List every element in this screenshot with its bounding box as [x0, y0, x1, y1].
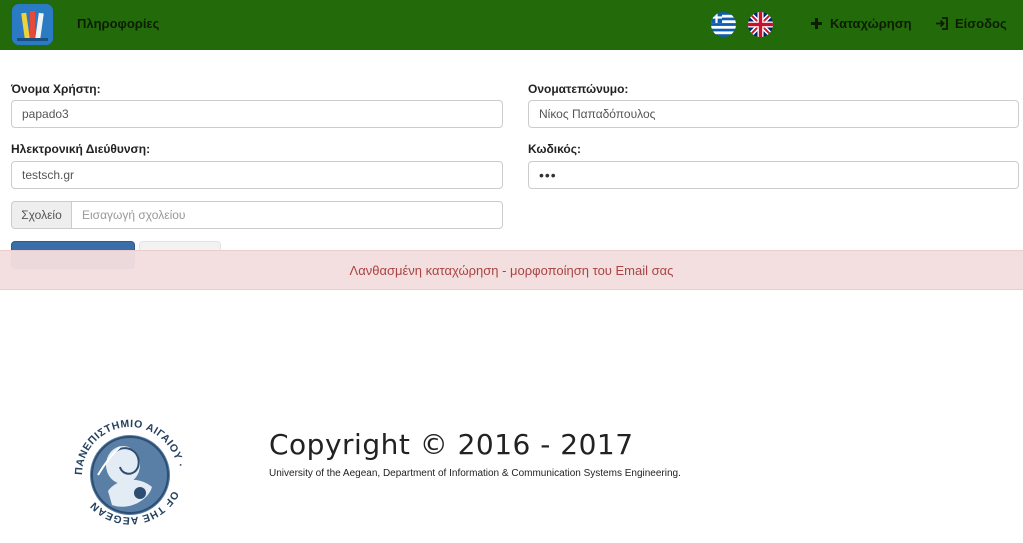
plus-icon	[810, 17, 823, 30]
fullname-input[interactable]: Νίκος Παπαδόπουλος	[528, 100, 1019, 128]
school-input-group: Σχολείο Εισαγωγή σχολείου	[11, 201, 503, 229]
username-label: Όνομα Χρήστη:	[11, 82, 101, 96]
navbar: Πληροφορίες Καταχώρηση Είσοδος	[0, 0, 1023, 50]
greek-flag-icon[interactable]	[711, 12, 736, 37]
login-label: Είσοδος	[955, 16, 1007, 31]
fullname-label: Ονοματεπώνυμο:	[528, 82, 629, 96]
brand-title[interactable]: Πληροφορίες	[77, 16, 159, 31]
register-link[interactable]: Καταχώρηση	[810, 16, 912, 31]
register-label: Καταχώρηση	[830, 16, 912, 31]
error-message: Λανθασμένη καταχώρηση - μορφοποίηση του …	[349, 262, 674, 278]
email-label: Ηλεκτρονική Διεύθυνση:	[11, 142, 151, 156]
university-seal-icon: ΠΑΝΕΠΙΣΤΗΜΙΟ ΑΙΓΑΙΟΥ · UNIVERSITY OF THE…	[64, 404, 192, 537]
school-input[interactable]: Εισαγωγή σχολείου	[71, 201, 503, 229]
footer-subtitle: University of the Aegean, Department of …	[269, 468, 681, 479]
password-label: Κωδικός:	[528, 142, 581, 156]
username-input[interactable]: papado3	[11, 100, 503, 128]
login-icon	[935, 17, 948, 30]
login-link[interactable]: Είσοδος	[935, 16, 1007, 31]
app-logo-icon[interactable]	[12, 4, 53, 45]
copyright-text: Copyright © 2016 - 2017	[269, 428, 634, 461]
school-addon: Σχολείο	[11, 201, 71, 229]
uk-flag-icon[interactable]	[748, 12, 773, 37]
password-input[interactable]: •••	[528, 161, 1019, 189]
error-alert: Λανθασμένη καταχώρηση - μορφοποίηση του …	[0, 250, 1023, 290]
email-input[interactable]: testsch.gr	[11, 161, 503, 189]
